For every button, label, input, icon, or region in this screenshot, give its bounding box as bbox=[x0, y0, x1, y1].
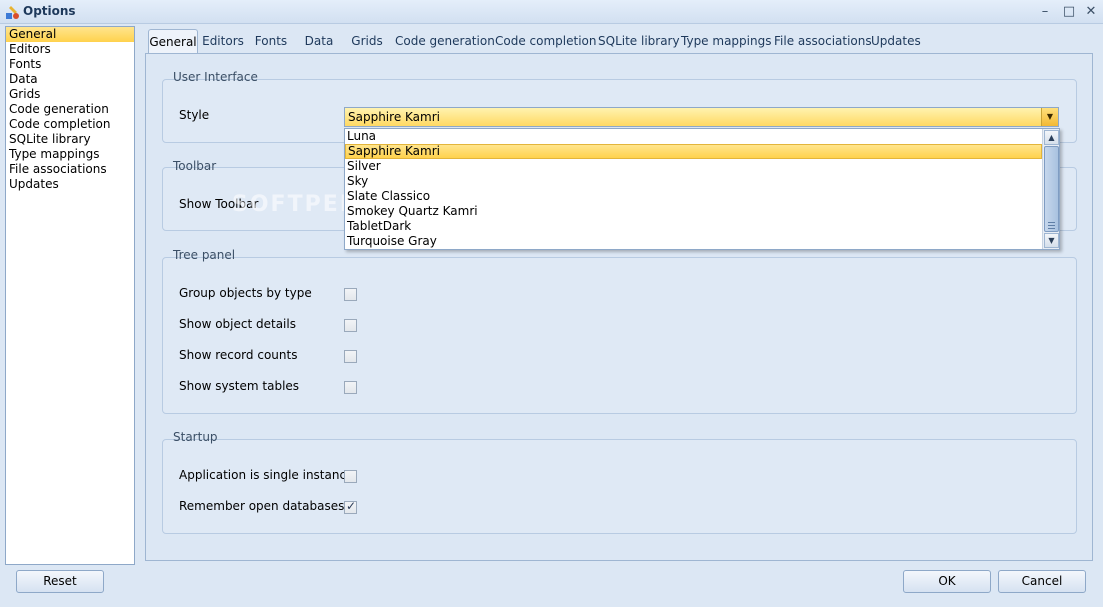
reset-button[interactable]: Reset bbox=[16, 570, 104, 593]
scroll-down-icon[interactable]: ▼ bbox=[1044, 233, 1059, 248]
group-objects-by-type-label: Group objects by type bbox=[179, 286, 312, 300]
tab-data[interactable]: Data bbox=[301, 29, 337, 53]
single-instance-label: Application is single instance bbox=[179, 468, 354, 482]
maximize-button[interactable]: □ bbox=[1057, 2, 1081, 22]
style-combobox-value: Sapphire Kamri bbox=[348, 110, 440, 124]
show-record-counts-checkbox[interactable] bbox=[344, 350, 357, 363]
style-option-tabletdark[interactable]: TabletDark bbox=[345, 219, 1042, 234]
tree-panel-group-title: Tree panel bbox=[173, 248, 236, 262]
style-combobox[interactable]: Sapphire Kamri ▼ bbox=[344, 107, 1059, 127]
style-option-smokey-quartz-kamri[interactable]: Smokey Quartz Kamri bbox=[345, 204, 1042, 219]
title-bar: Options – □ ✕ bbox=[0, 0, 1103, 24]
scrollbar-thumb[interactable] bbox=[1044, 146, 1059, 232]
user-interface-group-title: User Interface bbox=[173, 70, 258, 84]
tree-item-updates[interactable]: Updates bbox=[6, 177, 134, 192]
tab-editors[interactable]: Editors bbox=[201, 29, 245, 53]
tab-type-mappings[interactable]: Type mappings bbox=[681, 29, 771, 53]
tab-general[interactable]: General bbox=[148, 29, 198, 53]
tab-sqlite-library[interactable]: SQLite library bbox=[598, 29, 680, 53]
tab-file-associations[interactable]: File associations bbox=[774, 29, 872, 53]
dropdown-scrollbar[interactable]: ▲ ▼ bbox=[1042, 129, 1059, 249]
show-record-counts-label: Show record counts bbox=[179, 348, 298, 362]
style-option-sky[interactable]: Sky bbox=[345, 174, 1042, 189]
tree-item-code-completion[interactable]: Code completion bbox=[6, 117, 134, 132]
chevron-down-icon[interactable]: ▼ bbox=[1041, 108, 1058, 126]
remember-open-databases-label: Remember open databases bbox=[179, 499, 345, 513]
style-dropdown-list[interactable]: Luna Sapphire Kamri Silver Sky Slate Cla… bbox=[344, 128, 1060, 250]
tab-grids[interactable]: Grids bbox=[348, 29, 386, 53]
startup-group-title: Startup bbox=[173, 430, 218, 444]
single-instance-checkbox[interactable] bbox=[344, 470, 357, 483]
tree-item-data[interactable]: Data bbox=[6, 72, 134, 87]
tree-item-code-generation[interactable]: Code generation bbox=[6, 102, 134, 117]
scroll-up-icon[interactable]: ▲ bbox=[1044, 130, 1059, 145]
window-title: Options bbox=[23, 4, 76, 18]
options-app-icon bbox=[6, 6, 19, 19]
close-button[interactable]: ✕ bbox=[1079, 2, 1103, 22]
tree-item-file-associations[interactable]: File associations bbox=[6, 162, 134, 177]
tab-code-generation[interactable]: Code generation bbox=[395, 29, 495, 53]
tree-item-general[interactable]: General bbox=[6, 27, 134, 42]
startup-group bbox=[162, 439, 1077, 534]
show-object-details-label: Show object details bbox=[179, 317, 296, 331]
ok-button[interactable]: OK bbox=[903, 570, 991, 593]
show-object-details-checkbox[interactable] bbox=[344, 319, 357, 332]
style-option-turquoise-gray[interactable]: Turquoise Gray bbox=[345, 234, 1042, 249]
tree-item-fonts[interactable]: Fonts bbox=[6, 57, 134, 72]
tree-item-grids[interactable]: Grids bbox=[6, 87, 134, 102]
style-option-sapphire-kamri[interactable]: Sapphire Kamri bbox=[345, 144, 1042, 159]
show-system-tables-label: Show system tables bbox=[179, 379, 300, 393]
tree-item-sqlite-library[interactable]: SQLite library bbox=[6, 132, 134, 147]
group-objects-by-type-checkbox[interactable] bbox=[344, 288, 357, 301]
style-option-silver[interactable]: Silver bbox=[345, 159, 1042, 174]
style-option-luna[interactable]: Luna bbox=[345, 129, 1042, 144]
toolbar-group-title: Toolbar bbox=[173, 159, 217, 173]
category-tree[interactable]: General Editors Fonts Data Grids Code ge… bbox=[5, 26, 135, 565]
tree-item-editors[interactable]: Editors bbox=[6, 42, 134, 57]
style-label: Style bbox=[179, 108, 210, 122]
grip-icon bbox=[1048, 222, 1055, 229]
tab-fonts[interactable]: Fonts bbox=[251, 29, 291, 53]
cancel-button[interactable]: Cancel bbox=[998, 570, 1086, 593]
tree-panel-group bbox=[162, 257, 1077, 414]
tab-code-completion[interactable]: Code completion bbox=[495, 29, 596, 53]
show-system-tables-checkbox[interactable] bbox=[344, 381, 357, 394]
minimize-button[interactable]: – bbox=[1033, 2, 1057, 22]
remember-open-databases-checkbox[interactable] bbox=[344, 499, 357, 514]
style-option-slate-classico[interactable]: Slate Classico bbox=[345, 189, 1042, 204]
tab-updates[interactable]: Updates bbox=[871, 29, 921, 53]
tree-item-type-mappings[interactable]: Type mappings bbox=[6, 147, 134, 162]
